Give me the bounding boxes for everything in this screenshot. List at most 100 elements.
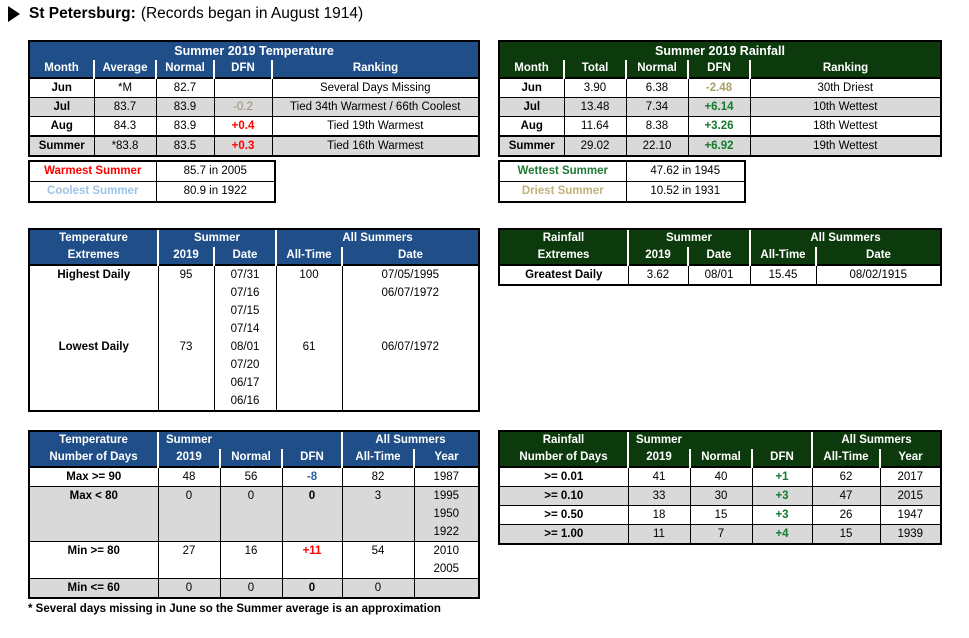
cell-summer-date: 06/17 [213, 374, 276, 392]
cell-extreme-label [30, 320, 158, 338]
cell-dfn: +0.3 [213, 135, 272, 155]
cell-average: *M [93, 77, 156, 98]
col-month: Month [44, 62, 79, 74]
cell-normal-value: 56 [219, 466, 282, 487]
corner-line-2: Extremes [67, 249, 120, 261]
col-summer-date: Date [687, 247, 750, 265]
cell-normal: 83.9 [155, 116, 214, 136]
cell-summer-value [157, 523, 220, 542]
coolest-summer-value: 80.9 in 1922 [155, 181, 274, 201]
cell-dfn-value [281, 523, 342, 542]
rain-table-title: Summer 2019 Rainfall [655, 44, 785, 58]
summer-line-2: 2019 [646, 451, 672, 463]
cell-normal-value: 15 [689, 505, 752, 525]
days-corner-header: Temperature Number of Days [30, 432, 158, 467]
cell-threshold-label: >= 0.01 [500, 466, 628, 487]
summer-line-1: Summer [635, 434, 683, 446]
col-all-date: Date [815, 247, 940, 265]
cell-year-value: 1939 [879, 524, 940, 543]
corner-line-1: Rainfall [542, 232, 585, 244]
col-all-time: All-Time [811, 449, 880, 467]
col-year: Year [879, 449, 940, 467]
cell-all-time-date: 08/02/1915 [815, 264, 940, 284]
cell-dfn-value: 0 [281, 578, 342, 597]
cell-summer-date: 08/01 [213, 338, 276, 356]
cell-all-time-value [275, 356, 342, 374]
cell-all-time-value: 15 [811, 524, 880, 543]
cell-average: *83.8 [93, 135, 156, 155]
col-summer-year: 2019 [627, 247, 688, 265]
col-normal: Normal [689, 449, 752, 467]
cell-month: Summer [500, 135, 564, 155]
table-row: Highest Daily 95 07/31 100 07/05/1995 [30, 264, 478, 284]
cell-total: 3.90 [563, 77, 626, 98]
cell-summer-value: 18 [627, 505, 690, 525]
corner-line-2: Number of Days [49, 451, 138, 463]
cell-summer-value [157, 560, 220, 579]
cell-average: 83.7 [93, 97, 156, 117]
rainfall-number-of-days-table: Rainfall Number of Days Summer 2019 All … [498, 430, 942, 545]
cell-summer-value [157, 505, 220, 523]
cell-all-time-value [275, 374, 342, 392]
cell-dfn-value: +3 [751, 486, 812, 506]
page-title: St Petersburg: (Records began in August … [8, 5, 363, 23]
cell-total: 13.48 [563, 97, 626, 117]
cell-all-time-date [341, 302, 478, 320]
cell-year-value: 2005 [413, 560, 478, 579]
cell-all-time-date: 07/05/1995 [341, 264, 478, 284]
cell-summer-date: 07/16 [213, 284, 276, 302]
cell-year-value: 2015 [879, 486, 940, 506]
cell-all-time-value: 26 [811, 505, 880, 525]
table-row: >= 0.50 18 15 +3 26 1947 [500, 505, 940, 525]
cell-average: 84.3 [93, 116, 156, 136]
cell-dfn-value: +3 [751, 505, 812, 525]
cell-extreme-label [30, 392, 158, 410]
cell-normal-value [219, 560, 282, 579]
cell-extreme-label [30, 302, 158, 320]
cell-normal: 7.34 [625, 97, 688, 117]
col-total: Total [563, 60, 626, 78]
group-all-summers: All Summers [811, 432, 940, 449]
cell-all-time-value [275, 302, 342, 320]
cell-summer-date: 07/31 [213, 264, 276, 284]
list-item: Driest Summer 10.52 in 1931 [500, 181, 744, 201]
col-summer-date: Date [213, 247, 276, 265]
cell-summer-value: 48 [157, 466, 220, 487]
rainfall-extremes-table: Rainfall Extremes Summer All Summers 201… [498, 228, 942, 286]
cell-normal-value [219, 505, 282, 523]
col-normal: Normal [155, 60, 214, 78]
cell-summer-value [157, 284, 214, 302]
driest-summer-value: 10.52 in 1931 [625, 181, 744, 201]
header-spacer [690, 432, 812, 449]
cell-threshold-label [30, 523, 158, 542]
cell-extreme-label [30, 356, 158, 374]
table-row: 07/14 [30, 320, 478, 338]
cell-normal-value [219, 523, 282, 542]
cell-summer-value: 41 [627, 466, 690, 487]
corner-line-1: Temperature [59, 232, 128, 244]
cell-summer-value: 0 [157, 578, 220, 597]
cell-threshold-label: Min >= 80 [30, 541, 158, 560]
rainfall-records-box: Wettest Summer 47.62 in 1945 Driest Summ… [498, 160, 746, 203]
cell-all-time-value: 0 [341, 578, 414, 597]
table-row: Min >= 80 27 16 +11 54 2010 [30, 541, 478, 560]
cell-all-time-date: 06/07/1972 [341, 284, 478, 302]
cell-normal-value: 16 [219, 541, 282, 560]
table-row: 1922 [30, 523, 478, 542]
cell-summer-value: 11 [627, 524, 690, 543]
cell-month: Jul [500, 97, 564, 117]
cell-extreme-label [30, 284, 158, 302]
cell-month: Aug [30, 116, 94, 136]
table-row: >= 0.01 41 40 +1 62 2017 [500, 466, 940, 487]
cell-all-time-date [341, 320, 478, 338]
corner-line-1: Rainfall [542, 434, 585, 446]
table-row: 07/16 06/07/1972 [30, 284, 478, 302]
cell-summer-value: 27 [157, 541, 220, 560]
cell-summer-date: 07/14 [213, 320, 276, 338]
cell-year-value: 1995 [413, 486, 478, 505]
cell-ranking: Tied 34th Warmest / 66th Coolest [271, 97, 479, 117]
footnote-text: * Several days missing in June so the Su… [28, 603, 441, 615]
cell-dfn-value: +11 [281, 541, 342, 560]
cell-all-time-value [341, 560, 414, 579]
table-row: Min <= 60 0 0 0 0 [30, 578, 478, 597]
